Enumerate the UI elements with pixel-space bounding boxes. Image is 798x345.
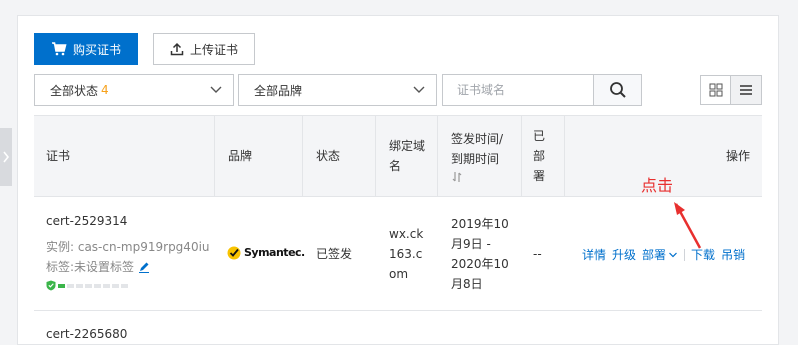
issue-date: 2019年10月9日 - (451, 217, 509, 251)
header-cert: 证书 (46, 149, 71, 163)
shield-check-icon (46, 280, 56, 291)
edit-tag-icon[interactable] (138, 261, 150, 273)
header-deployed: 已部署 (533, 129, 546, 183)
search-icon (609, 82, 626, 98)
header-bound-domain: 绑定域名 (389, 139, 426, 173)
chevron-right-icon (3, 151, 10, 163)
upload-icon (170, 42, 184, 56)
status-count-badge: 4 (101, 83, 109, 97)
collapse-side-tab[interactable] (0, 128, 12, 186)
column-divider (214, 116, 215, 196)
security-level-indicator (46, 280, 128, 291)
column-divider (521, 116, 522, 196)
annotation-arrow-icon (674, 202, 702, 249)
deploy-label: 部署 (642, 248, 667, 262)
grid-icon (709, 83, 722, 97)
header-time: 签发时间/到期时间 (451, 132, 504, 166)
status-filter-label: 全部状态 (50, 83, 99, 98)
header-brand: 品牌 (228, 149, 253, 163)
column-divider (302, 116, 303, 196)
chevron-down-icon (210, 86, 222, 93)
brand-filter-select[interactable]: 全部品牌 (238, 74, 437, 106)
column-divider (564, 116, 565, 196)
column-divider (437, 116, 438, 196)
upload-certificate-label: 上传证书 (189, 42, 238, 57)
brand-filter-label: 全部品牌 (254, 83, 303, 98)
expiry-date: 2020年10月8日 (451, 257, 509, 291)
buy-certificate-label: 购买证书 (72, 42, 121, 57)
header-actions: 操作 (725, 149, 750, 163)
domain-search-input[interactable] (443, 75, 593, 105)
brand-name: Symantec. (244, 246, 305, 259)
table-row: cert-2529314 实例: cas-cn-mp919rpg40iu 标签:… (34, 197, 762, 311)
header-time-column[interactable]: 签发时间/到期时间 (451, 116, 515, 196)
buy-certificate-button[interactable]: 购买证书 (34, 33, 138, 65)
status-filter-select[interactable]: 全部状态 4 (34, 74, 234, 106)
domain-search (442, 74, 642, 106)
list-view-button[interactable] (730, 75, 762, 105)
search-button[interactable] (593, 75, 641, 105)
chevron-down-icon (413, 86, 425, 93)
cart-icon (51, 42, 67, 56)
column-divider (375, 116, 376, 196)
deployed-count: -- (533, 247, 542, 261)
sort-icon[interactable] (451, 171, 463, 183)
header-status: 状态 (316, 149, 341, 163)
cert-instance: 实例: cas-cn-mp919rpg40iu (46, 240, 210, 254)
list-icon (740, 85, 752, 95)
bound-domain: wx.ck163.com (389, 227, 424, 281)
revoke-link[interactable]: 吊销 (721, 245, 745, 265)
click-annotation-label: 点击 (641, 176, 674, 195)
upgrade-link[interactable]: 升级 (612, 245, 636, 265)
detail-link[interactable]: 详情 (582, 245, 606, 265)
table-row: cert-2265680 (34, 312, 762, 342)
cert-name: cert-2265680 (46, 327, 128, 341)
cert-name: cert-2529314 (46, 214, 128, 228)
cert-tag: 标签:未设置标签 (46, 260, 135, 274)
symantec-check-icon (227, 246, 241, 260)
upload-certificate-button[interactable]: 上传证书 (153, 33, 255, 65)
grid-view-button[interactable] (700, 75, 731, 105)
brand-logo: Symantec. (227, 243, 305, 263)
cert-status: 已签发 (316, 247, 353, 261)
row-actions: 详情 升级 部署 下载 吊销 (582, 245, 745, 265)
